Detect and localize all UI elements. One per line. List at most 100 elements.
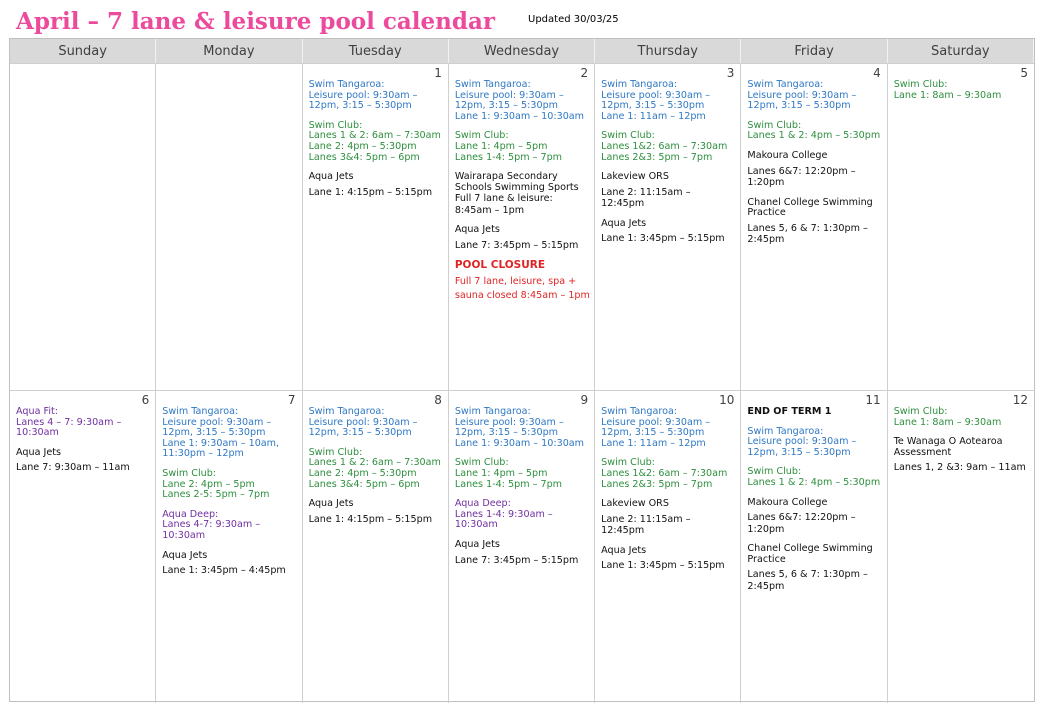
date-number: 2	[580, 66, 589, 80]
event-heading: Swim Club:	[893, 406, 948, 417]
event-heading: Chanel College Swimming Practice	[747, 196, 873, 219]
event-heading: Swim Tangaroa:	[454, 406, 531, 417]
date-number: 9	[580, 393, 589, 407]
event-heading: Makoura College	[747, 149, 828, 161]
event-details: Lane 1: 4pm – 5pm Lanes 1-4: 5pm – 7pm	[454, 467, 563, 490]
event-details: Lanes 4 – 7: 9:30am – 10:30am	[16, 416, 122, 439]
event-heading: Aqua Jets	[16, 446, 61, 458]
calendar-event: Swim Club: Lane 1: 4pm – 5pm Lanes 1-4: 5…	[455, 458, 590, 490]
event-details: Leisure pool: 9:30am – 12pm, 3:15 – 5:30…	[454, 416, 585, 449]
calendar-event: Chanel College Swimming Practice Lanes 5,…	[747, 543, 882, 592]
event-heading: Aqua Jets	[601, 544, 647, 556]
calendar-event: Swim Club: Lanes 1 & 2: 4pm – 5:30pm	[747, 120, 882, 142]
day-cell: 3 Swim Tangaroa: Leisure pool: 9:30am – 12…	[595, 63, 742, 390]
event-details: Full 7 lane & leisure: 8:45am – 1pm	[454, 193, 553, 216]
day-header-sunday: Sunday	[10, 39, 157, 63]
calendar-event: Swim Club: Lane 2: 4pm – 5pm Lanes 2-5: 5…	[162, 468, 297, 501]
event-details: Lane 2: 11:15am – 12:45pm	[601, 513, 691, 537]
calendar-event: POOL CLOSURE Full 7 lane, leisure, spa + …	[455, 260, 590, 303]
event-details: Full 7 lane, leisure, spa + sauna closed…	[454, 276, 590, 302]
event-details: Lane 7: 3:45pm – 5:15pm	[454, 239, 579, 251]
calendar-event: Swim Tangaroa: Leisure pool: 9:30am – 12p…	[747, 426, 882, 459]
day-header-thursday: Thursday	[595, 39, 742, 63]
date-number: 1	[434, 66, 442, 80]
calendar-event: Makoura College Lanes 6&7: 12:20pm – 1:20…	[747, 149, 882, 189]
calendar-event: Aqua Jets Lane 1: 4:15pm – 5:15pm	[309, 499, 444, 525]
calendar-event: Chanel College Swimming Practice Lanes 5,…	[747, 196, 882, 246]
calendar-event: Wairarapa Secondary Schools Swimming Spo…	[454, 171, 590, 216]
event-heading: Swim Tangaroa:	[308, 79, 385, 90]
event-details: Lane 1: 3:45pm – 5:15pm	[601, 560, 725, 572]
calendar-event: Swim Tangaroa: Leisure pool: 9:30am – 12p…	[747, 79, 882, 112]
day-header-wednesday: Wednesday	[448, 39, 596, 63]
event-heading: Aqua Fit:	[16, 406, 58, 417]
calendar-event: Aqua Jets Lane 7: 9:30am – 11am	[16, 446, 151, 474]
day-cell: 11 END OF TERM 1 Swim Tangaroa: Leisure poo…	[741, 390, 888, 703]
calendar-grid: Sunday Monday Tuesday Wednesday Thursday…	[9, 38, 1035, 703]
calendar-event: Swim Club: Lane 1: 8am – 9:30am	[893, 79, 1030, 101]
calendar-event: Swim Tangaroa: Leisure pool: 9:30am – 12p…	[162, 406, 297, 460]
calendar-event: Swim Tangaroa: Leisure pool: 9:30am – 12p…	[601, 79, 736, 122]
day-cell: 12 Swim Club: Lane 1: 8am – 9:30am Te Wanag…	[887, 390, 1034, 703]
day-header-monday: Monday	[156, 39, 303, 63]
event-details: Lane 1: 4:15pm – 5:15pm	[308, 186, 433, 198]
calendar-event: Aqua Deep: Lanes 1-4: 9:30am – 10:30am	[455, 499, 590, 531]
day-header-tuesday: Tuesday	[302, 39, 449, 63]
day-cell: 6 Aqua Fit: Lanes 4 – 7: 9:30am – 10:30am A…	[10, 390, 157, 703]
event-details: Lanes 5, 6 & 7: 1:30pm – 2:45pm	[747, 222, 868, 246]
date-number: 4	[873, 66, 881, 80]
event-heading: Aqua Jets	[454, 224, 500, 236]
calendar-event: Swim Tangaroa: Leisure pool: 9:30am – 12p…	[454, 406, 590, 449]
day-cell	[10, 63, 157, 390]
calendar-event: Lakeview ORS Lane 2: 11:15am – 12:45pm	[601, 499, 736, 537]
event-heading: Swim Club:	[893, 79, 948, 90]
calendar-event: Aqua Jets Lane 1: 3:45pm – 4:45pm	[162, 549, 297, 577]
event-details: Lane 7: 3:45pm – 5:15pm	[454, 554, 579, 566]
day-cell: 1 Swim Tangaroa: Leisure pool: 9:30am – 12…	[302, 63, 449, 390]
calendar-event: Aqua Jets Lane 7: 3:45pm – 5:15pm	[455, 225, 590, 251]
date-number: 12	[1012, 393, 1028, 407]
event-details: Leisure pool: 9:30am – 12pm, 3:15 – 5:30…	[308, 89, 418, 112]
event-heading: Aqua Jets	[162, 549, 208, 561]
event-heading: Swim Tangaroa:	[601, 79, 678, 90]
calendar-event: Swim Club: Lanes 1 & 2: 6am – 7:30am Lane…	[308, 447, 444, 490]
calendar-event: Aqua Jets Lane 7: 3:45pm – 5:15pm	[454, 539, 590, 566]
day-header-saturday: Saturday	[887, 39, 1034, 63]
calendar-event: Makoura College Lanes 6&7: 12:20pm – 1:20…	[747, 497, 882, 536]
event-details: Leisure pool: 9:30am – 12pm, 3:15 – 5:30…	[601, 89, 711, 122]
event-details: Leisure pool: 9:30am – 12pm, 3:15 – 5:30…	[747, 89, 857, 112]
event-details: Lanes 1 & 2: 4pm – 5:30pm	[747, 130, 881, 142]
day-cell: 4 Swim Tangaroa: Leisure pool: 9:30am – 12…	[741, 63, 888, 390]
event-heading: Swim Tangaroa:	[601, 406, 678, 417]
event-heading: Swim Tangaroa:	[162, 406, 239, 417]
calendar-event: Aqua Fit: Lanes 4 – 7: 9:30am – 10:30am	[16, 406, 151, 439]
day-cell: 8 Swim Tangaroa: Leisure pool: 9:30am – 12…	[302, 390, 449, 703]
calendar-event: Aqua Deep: Lanes 4-7: 9:30am – 10:30am	[162, 509, 297, 542]
date-number: 3	[726, 66, 735, 80]
event-details: Lanes 1 & 2: 4pm – 5:30pm	[747, 476, 881, 488]
event-details: Lane 1: 3:45pm – 5:15pm	[601, 233, 725, 245]
calendar-event: Swim Club: Lanes 1&2: 6am – 7:30am Lanes …	[601, 131, 736, 163]
event-heading: Aqua Jets	[308, 498, 354, 510]
date-number: 7	[287, 393, 296, 407]
calendar-event: Swim Club: Lanes 1&2: 6am – 7:30am Lanes …	[601, 458, 736, 490]
event-details: Lanes 1 & 2: 6am – 7:30am Lane 2: 4pm – …	[308, 457, 441, 490]
date-number: 6	[141, 393, 150, 407]
event-details: Lanes 1&2: 6am – 7:30am Lanes 2&3: 5pm –…	[601, 140, 728, 163]
event-details: Lanes 4-7: 9:30am – 10:30am	[162, 519, 261, 541]
event-details: Lane 2: 11:15am – 12:45pm	[601, 186, 691, 210]
calendar-event: Te Wanaga O Aotearoa Assessment Lanes 1, …	[894, 436, 1030, 474]
event-details: Lane 1: 8am – 9:30am	[893, 416, 1002, 428]
calendar-event: Swim Tangaroa: Leisure pool: 9:30am – 12p…	[308, 406, 444, 439]
event-heading: Wairarapa Secondary Schools Swimming Spo…	[454, 171, 579, 193]
calendar-event: Swim Club: Lane 1: 8am – 9:30am	[893, 406, 1030, 428]
calendar-event: Swim Club: Lanes 1 & 2: 6am – 7:30am Lane…	[308, 120, 444, 163]
event-heading: POOL CLOSURE	[454, 259, 546, 272]
event-heading: Aqua Jets	[308, 171, 354, 183]
event-details: Lanes 1 & 2: 6am – 7:30am Lane 2: 4pm – …	[308, 130, 441, 163]
event-details: Lane 1: 8am – 9:30am	[893, 89, 1002, 101]
date-number: 5	[1020, 66, 1028, 80]
event-details: Lanes 6&7: 12:20pm – 1:20pm	[747, 165, 856, 189]
day-header-friday: Friday	[741, 39, 888, 63]
event-details: Leisure pool: 9:30am – 12pm, 3:15 – 5:30…	[308, 416, 418, 439]
